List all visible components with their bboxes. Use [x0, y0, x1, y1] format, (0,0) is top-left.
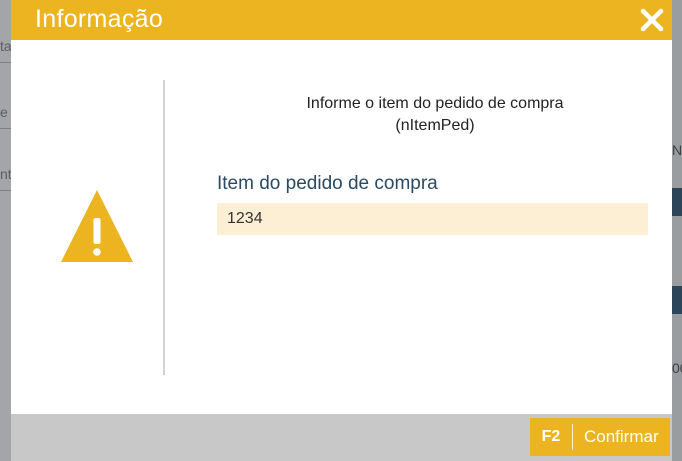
- button-separator: [572, 424, 573, 450]
- shortcut-key: F2: [541, 428, 561, 445]
- confirm-button[interactable]: F2 Confirmar: [530, 418, 670, 456]
- background-text-fragment: Na: [672, 142, 682, 158]
- background-left-strip: [0, 0, 11, 461]
- dialog-message: Informe o item do pedido de compra (nIte…: [217, 93, 653, 137]
- background-header-bar: [672, 188, 682, 216]
- dialog-footer: F2 Confirmar: [11, 414, 672, 461]
- info-dialog: Informação Informe o item do pedido de c…: [11, 0, 672, 461]
- dialog-title: Informação: [35, 5, 164, 33]
- message-field-code: (nItemPed): [395, 117, 475, 134]
- background-text-fragment: ta: [0, 38, 11, 63]
- background-right-strip: [672, 0, 682, 461]
- warning-icon: [59, 188, 135, 264]
- background-text-fragment: nt: [0, 166, 11, 191]
- item-pedido-input[interactable]: [217, 203, 648, 235]
- dialog-body: Informe o item do pedido de compra (nIte…: [11, 40, 672, 414]
- close-icon: [640, 8, 664, 32]
- confirm-label: Confirmar: [584, 427, 659, 446]
- vertical-divider: [163, 80, 165, 375]
- background-text-fragment: e: [0, 104, 11, 129]
- message-line: Informe o item do pedido de compra: [306, 95, 564, 112]
- dialog-header: Informação: [11, 0, 672, 40]
- background-text-fragment: 00: [672, 360, 682, 376]
- close-button[interactable]: [638, 6, 666, 34]
- field-label: Item do pedido de compra: [217, 173, 438, 194]
- background-header-bar: [672, 286, 682, 314]
